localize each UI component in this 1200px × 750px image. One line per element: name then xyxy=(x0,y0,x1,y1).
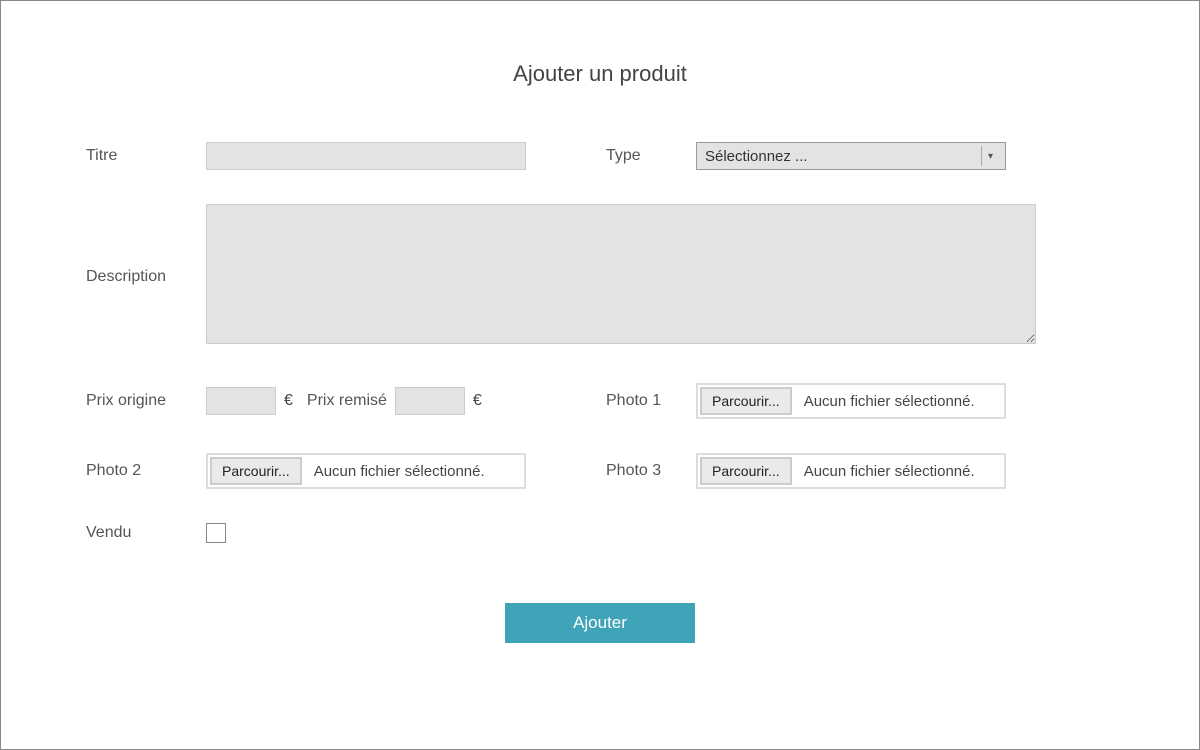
titre-input[interactable] xyxy=(206,142,526,170)
page-title: Ajouter un produit xyxy=(86,61,1114,87)
label-photo2: Photo 2 xyxy=(86,462,206,480)
type-select-value: Sélectionnez ... xyxy=(705,148,808,165)
chevron-down-icon: ▾ xyxy=(981,146,999,166)
photo1-file-status: Aucun fichier sélectionné. xyxy=(794,393,975,410)
photo3-browse-button[interactable]: Parcourir... xyxy=(700,457,792,485)
label-prix-remise: Prix remisé xyxy=(307,392,387,410)
ajouter-button[interactable]: Ajouter xyxy=(505,603,695,643)
photo2-file-input[interactable]: Parcourir... Aucun fichier sélectionné. xyxy=(206,453,526,489)
photo2-browse-button[interactable]: Parcourir... xyxy=(210,457,302,485)
prix-origine-input[interactable] xyxy=(206,387,276,415)
label-type: Type xyxy=(606,147,696,165)
photo3-file-input[interactable]: Parcourir... Aucun fichier sélectionné. xyxy=(696,453,1006,489)
currency-symbol-1: € xyxy=(284,392,293,410)
photo3-file-status: Aucun fichier sélectionné. xyxy=(794,463,975,480)
label-description: Description xyxy=(86,268,206,286)
prix-remise-input[interactable] xyxy=(395,387,465,415)
description-textarea[interactable] xyxy=(206,204,1036,344)
currency-symbol-2: € xyxy=(473,392,482,410)
form-container: Ajouter un produit Titre Type Sélectionn… xyxy=(0,0,1200,750)
submit-row: Ajouter xyxy=(86,603,1114,643)
form-grid: Titre Type Sélectionnez ... ▾ Descriptio… xyxy=(86,142,1114,543)
label-photo1: Photo 1 xyxy=(606,392,696,410)
label-vendu: Vendu xyxy=(86,524,206,542)
label-photo3: Photo 3 xyxy=(606,462,696,480)
label-titre: Titre xyxy=(86,147,206,165)
label-prix-origine: Prix origine xyxy=(86,392,206,410)
photo1-file-input[interactable]: Parcourir... Aucun fichier sélectionné. xyxy=(696,383,1006,419)
photo2-file-status: Aucun fichier sélectionné. xyxy=(304,463,485,480)
photo1-browse-button[interactable]: Parcourir... xyxy=(700,387,792,415)
type-select[interactable]: Sélectionnez ... ▾ xyxy=(696,142,1006,170)
vendu-checkbox[interactable] xyxy=(206,523,226,543)
